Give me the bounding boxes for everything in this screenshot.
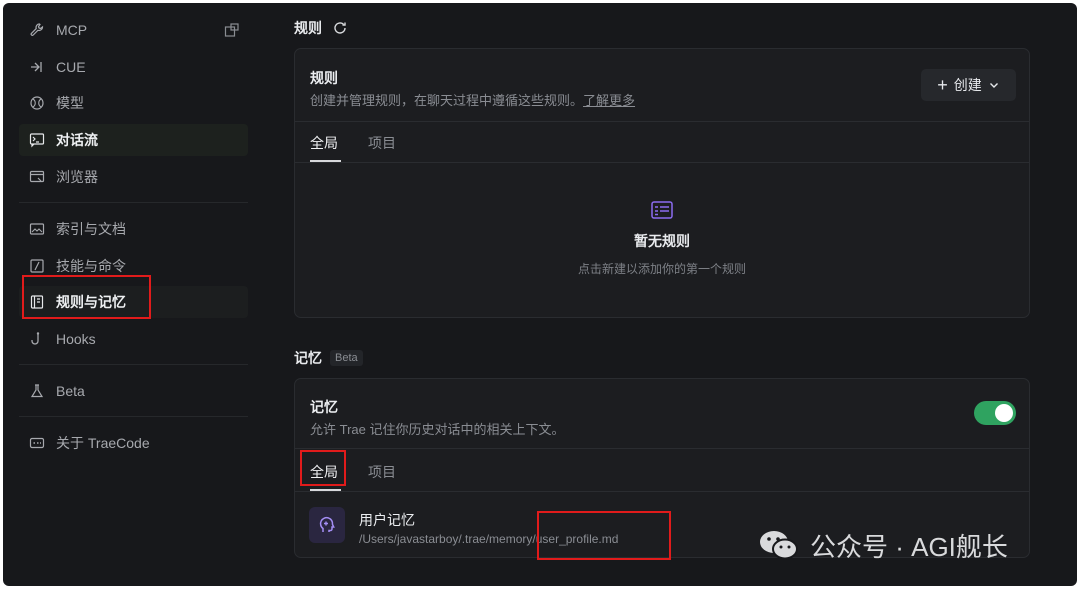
slash-box-icon [28,257,46,275]
rules-list-icon [295,201,1029,219]
memory-toggle[interactable] [974,401,1016,425]
sidebar-item-label: 浏览器 [56,169,98,185]
rules-tab-global[interactable]: 全局 [310,133,338,153]
sidebar-item-label: Hooks [56,331,96,347]
memory-description: 允许 Trae 记住你历史对话中的相关上下文。 [310,422,565,437]
sidebar-divider [19,416,248,417]
beta-badge: Beta [330,350,363,366]
wechat-watermark: 公众号 · AGI舰长 [758,523,1008,567]
sidebar-item-beta[interactable]: Beta [19,375,248,407]
folder-image-icon [28,220,46,238]
brain-icon [309,507,345,543]
sidebar-item-label: Beta [56,383,85,399]
sidebar-divider [19,202,248,203]
sidebar-item-label: 对话流 [56,132,98,148]
memory-section-title: 记忆 Beta [294,348,363,368]
sidebar-item-label: 技能与命令 [56,258,126,274]
empty-rules-desc: 点击新建以添加你的第一个规则 [577,262,746,276]
sidebar-item-label: 索引与文档 [56,221,126,237]
sidebar-item-label: 关于 TraeCode [56,435,150,451]
create-rule-button[interactable]: + 创建 [921,69,1016,101]
sidebar-item-about[interactable]: 关于 TraeCode [19,427,248,459]
rules-tab-project[interactable]: 项目 [368,133,396,153]
sidebar-item-models[interactable]: 模型 [19,87,248,119]
sidebar-item-label: CUE [56,59,86,75]
id-card-icon [28,434,46,452]
sidebar-item-label: MCP [56,22,88,38]
rules-tabs-bottom-line [295,162,1029,163]
rules-empty-state: 暂无规则 点击新建以添加你的第一个规则 [295,201,1029,277]
sidebar-item-cue[interactable]: CUE [19,51,248,83]
rules-panel: 规则 创建并管理规则，在聊天过程中遵循这些规则。了解更多 + 创建 全局 项目 … [294,48,1030,318]
rules-panel-title: 规则 [310,70,338,86]
settings-window: MCP CUE 模型 对话流 浏览器 索引与文档 技能与命令 规则与记忆 Hoo… [3,3,1077,586]
sidebar-item-index-docs[interactable]: 索引与文档 [19,213,248,245]
user-memory-path: /Users/javastarboy/.trae/memory/user_pro… [359,532,619,546]
sidebar-item-skills-commands[interactable]: 技能与命令 [19,250,248,282]
sidebar-item-browser[interactable]: 浏览器 [19,161,248,193]
flask-icon [28,382,46,400]
external-window-icon[interactable] [224,22,240,41]
memory-tabs-divider [295,448,1029,449]
rules-description: 创建并管理规则，在聊天过程中遵循这些规则。了解更多 [310,90,635,109]
sidebar-item-label: 规则与记忆 [56,294,126,310]
sidebar-item-mcp[interactable]: MCP [19,14,248,46]
hook-icon [28,330,46,348]
chevron-down-icon [988,79,1000,91]
create-button-label: 创建 [953,77,982,93]
plus-icon: + [937,75,948,95]
memory-panel-title: 记忆 [310,399,338,415]
settings-sidebar: MCP CUE 模型 对话流 浏览器 索引与文档 技能与命令 规则与记忆 Hoo… [3,3,265,586]
cue-icon [28,58,46,76]
memory-section-label: 记忆 [294,350,322,366]
sidebar-divider [19,364,248,365]
book-icon [28,293,46,311]
refresh-icon[interactable] [332,20,348,36]
rules-description-text: 创建并管理规则，在聊天过程中遵循这些规则。 [310,93,584,108]
sidebar-item-label: 模型 [56,95,84,111]
learn-more-link[interactable]: 了解更多 [583,93,635,108]
rules-section-label: 规则 [294,20,322,36]
empty-rules-title: 暂无规则 [634,233,690,249]
sidebar-item-rules-memory[interactable]: 规则与记忆 [19,286,248,318]
memory-tab-project[interactable]: 项目 [368,462,396,482]
globe-icon [28,94,46,112]
watermark-text: 公众号 · AGI舰长 [810,531,1008,562]
sidebar-item-chat-flow[interactable]: 对话流 [19,124,248,156]
sidebar-item-hooks[interactable]: Hooks [19,323,248,355]
user-memory-title[interactable]: 用户记忆 [359,510,415,530]
wechat-icon [758,528,800,562]
wrench-icon [28,21,46,39]
browser-icon [28,168,46,186]
chat-terminal-icon [28,131,46,149]
memory-tab-global[interactable]: 全局 [310,462,338,482]
rules-tabs-divider [295,121,1029,122]
memory-tabs-bottom-line [295,491,1029,492]
rules-section-title: 规则 [294,18,348,38]
